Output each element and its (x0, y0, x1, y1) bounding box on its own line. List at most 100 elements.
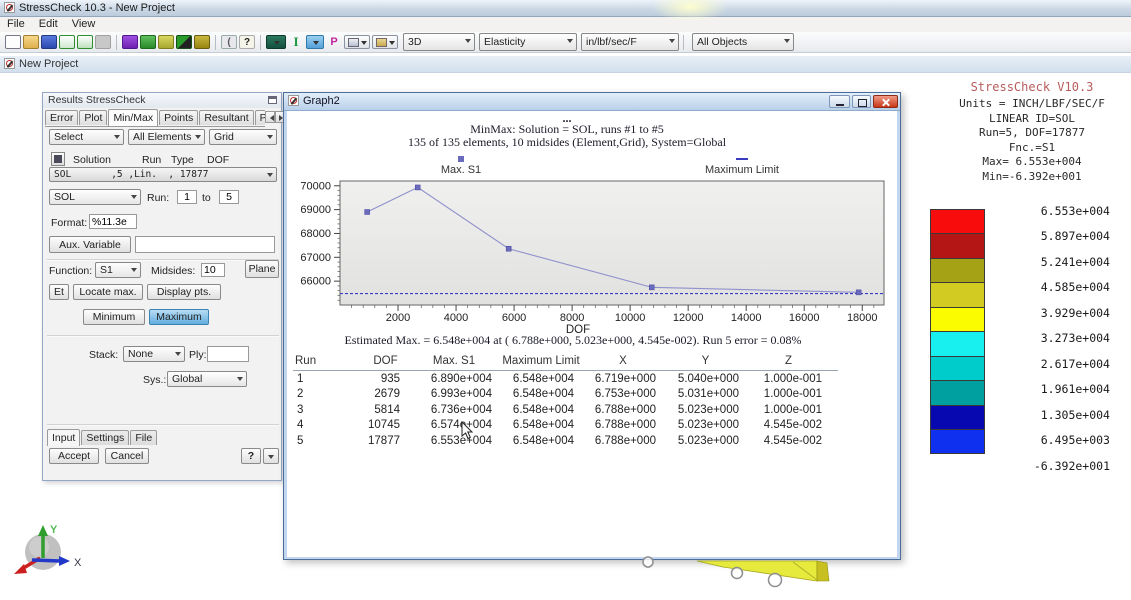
midsides-input[interactable] (201, 263, 225, 277)
window-title: StressCheck 10.3 - New Project (19, 2, 175, 14)
graph-titlebar[interactable]: Graph2 (284, 93, 900, 111)
section-btn-icon[interactable] (344, 35, 370, 49)
export-model-icon[interactable] (59, 35, 75, 49)
sys-label: Sys.: (143, 374, 166, 386)
table-row[interactable]: 358146.736e+0046.548e+0046.788e+0005.023… (293, 403, 838, 419)
display-toggle-icon[interactable] (176, 35, 192, 49)
cell: 5.023e+000 (664, 434, 747, 450)
toolbar-combo-in-lbf-sec-f[interactable]: in/lbf/sec/F (581, 33, 679, 51)
color-band (930, 209, 985, 234)
et-button[interactable]: Et (49, 284, 69, 300)
table-row[interactable]: 4107456.574e+0046.548e+0046.788e+0005.02… (293, 418, 838, 434)
table-header-row: RunDOFMax. S1Maximum LimitXYZ (293, 354, 838, 371)
cell: 6.788e+000 (582, 434, 664, 450)
ply-input[interactable] (207, 346, 249, 362)
accept-button[interactable]: Accept (49, 448, 99, 464)
model-hole (769, 574, 782, 587)
import-model-icon[interactable] (77, 35, 93, 49)
shield-icon[interactable] (194, 35, 210, 49)
sys-combo[interactable]: Global (167, 371, 247, 387)
material-swatch-icon[interactable] (266, 35, 286, 49)
cell: 6.993e+004 (408, 387, 500, 403)
type-col-label: Type (171, 154, 194, 166)
tab-settings[interactable]: Settings (81, 430, 129, 445)
plane-button[interactable]: Plane (245, 260, 279, 278)
locate-max-button[interactable]: Locate max. (73, 284, 143, 300)
dof-col-label: DOF (207, 154, 229, 166)
color-legend-value: 3.273e+004 (1041, 331, 1110, 345)
mesh-green-icon[interactable] (140, 35, 156, 49)
minimum-button[interactable]: Minimum (83, 309, 145, 325)
help-key-icon[interactable]: ? (239, 35, 255, 49)
notes-purple-icon[interactable] (122, 35, 138, 49)
format-input[interactable] (89, 214, 137, 229)
run-to-input[interactable] (219, 190, 239, 204)
data-point-marker (415, 185, 420, 190)
tab-input[interactable]: Input (47, 429, 80, 446)
restore-icon[interactable] (852, 95, 871, 108)
object-combo[interactable]: All Elements (128, 129, 205, 145)
cancel-button[interactable]: Cancel (105, 448, 149, 464)
tab-resultant[interactable]: Resultant (199, 110, 253, 125)
stresscheck-logo-icon (288, 95, 299, 106)
toolbar-combo-all-objects[interactable]: All Objects (692, 33, 794, 51)
toolbar-combo-3d[interactable]: 3D (403, 33, 475, 51)
info-line: Units = INCH/LBF/SEC/F (930, 97, 1131, 112)
solution-row-combo[interactable]: SOL ,5 ,Lin. , 17877 (49, 167, 277, 182)
save-icon[interactable] (41, 35, 57, 49)
table-row[interactable]: 19356.890e+0046.548e+0046.719e+0005.040e… (293, 372, 838, 388)
cell: 6.890e+004 (408, 372, 500, 388)
stack-combo[interactable]: None (123, 346, 185, 362)
maximum-button[interactable]: Maximum (149, 309, 209, 325)
table-row[interactable]: 5178776.553e+0046.548e+0046.788e+0005.02… (293, 434, 838, 450)
graph-content: ... MinMax: Solution = SOL, runs #1 to #… (287, 111, 897, 557)
results-panel-titlebar[interactable]: Results StressCheck (43, 93, 281, 108)
dock-icon[interactable] (268, 96, 277, 104)
menu-edit[interactable]: Edit (32, 17, 65, 31)
help-button[interactable]: ? (241, 448, 261, 464)
menu-view[interactable]: View (65, 17, 103, 31)
sol-combo[interactable]: SOL (49, 189, 141, 205)
solution-checkbox[interactable] (51, 152, 65, 166)
column-header-z: Z (747, 354, 830, 370)
cell: 6.553e+004 (408, 434, 500, 450)
p-tool-icon[interactable]: P (326, 35, 342, 49)
x-tick-label: 6000 (502, 312, 526, 324)
display-pts-button[interactable]: Display pts. (147, 284, 221, 300)
info-panel: StressCheck V10.3 Units = INCH/LBF/SEC/F… (930, 80, 1131, 184)
new-file-icon[interactable] (5, 35, 21, 49)
function-combo[interactable]: S1 (95, 262, 141, 278)
ibeam-icon[interactable]: I (288, 35, 304, 49)
table-row[interactable]: 226796.993e+0046.548e+0046.753e+0005.031… (293, 387, 838, 403)
close-icon[interactable] (873, 95, 898, 108)
minimize-icon[interactable] (829, 95, 850, 108)
constraint-icon[interactable]: ( (221, 35, 237, 49)
aux-variable-button[interactable]: Aux. Variable (49, 236, 131, 253)
tab-min-max[interactable]: Min/Max (108, 109, 158, 126)
color-band (930, 380, 985, 405)
open-folder-icon[interactable] (23, 35, 39, 49)
color-legend-value: 4.585e+004 (1041, 280, 1110, 294)
tab-points[interactable]: Points (159, 110, 198, 125)
method-combo[interactable]: Select (49, 129, 124, 145)
more-button[interactable] (263, 448, 279, 464)
tab-error[interactable]: Error (45, 110, 78, 125)
cell: 4 (293, 418, 363, 434)
aux-variable-field[interactable] (135, 236, 275, 253)
run-from-input[interactable] (177, 190, 197, 204)
tab-plot[interactable]: Plot (79, 110, 107, 125)
toolbar-combo-elasticity[interactable]: Elasticity (479, 33, 577, 51)
results-table: RunDOFMax. S1Maximum LimitXYZ19356.890e+… (293, 354, 838, 449)
extraction-combo[interactable]: Grid (209, 129, 277, 145)
tab-scroll-left-icon[interactable] (265, 111, 275, 123)
sheet-grid-icon[interactable] (158, 35, 174, 49)
series-marker-icon (458, 156, 464, 162)
x-tick-label: 10000 (615, 312, 646, 324)
print-icon[interactable] (95, 35, 111, 49)
tab-proper[interactable]: Proper (255, 110, 265, 125)
menu-file[interactable]: File (0, 17, 32, 31)
tab-file[interactable]: File (130, 430, 157, 445)
folder-blue-icon[interactable] (306, 35, 324, 49)
image-btn-icon[interactable] (372, 35, 398, 49)
data-point-marker (365, 210, 370, 215)
